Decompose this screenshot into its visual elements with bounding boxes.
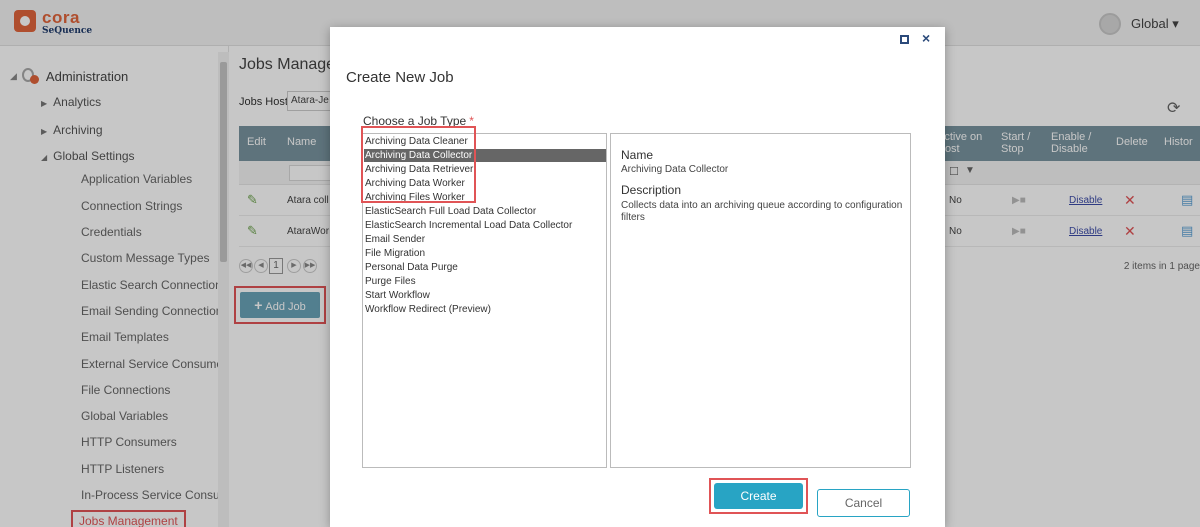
job-type-option[interactable]: Start Workflow xyxy=(364,289,606,302)
detail-name-value: Archiving Data Collector xyxy=(621,164,729,175)
create-button[interactable]: Create xyxy=(714,483,803,509)
detail-name-label: Name xyxy=(621,148,654,162)
job-type-option[interactable]: Workflow Redirect (Preview) xyxy=(364,303,606,316)
job-type-option[interactable]: File Migration xyxy=(364,247,606,260)
job-type-option[interactable]: Personal Data Purge xyxy=(364,261,606,274)
maximize-icon[interactable] xyxy=(900,35,909,44)
job-type-option[interactable]: Email Sender xyxy=(364,233,606,246)
detail-description-label: Description xyxy=(621,183,682,197)
job-type-option[interactable]: Purge Files xyxy=(364,275,606,288)
job-type-option[interactable]: ElasticSearch Full Load Data Collector xyxy=(364,205,606,218)
create-highlight: Create xyxy=(709,478,808,514)
create-job-dialog: × Create New Job Choose a Job Type * Arch… xyxy=(330,27,945,527)
job-type-option[interactable]: ElasticSearch Incremental Load Data Coll… xyxy=(364,219,606,232)
dialog-title: Create New Job xyxy=(346,69,454,86)
close-icon[interactable]: × xyxy=(922,30,930,46)
detail-description-value: Collects data into an archiving queue ac… xyxy=(621,200,903,223)
cancel-button[interactable]: Cancel xyxy=(817,489,910,517)
job-type-details: Name Archiving Data Collector Descriptio… xyxy=(610,133,911,468)
archiving-jobs-highlight xyxy=(361,126,476,203)
